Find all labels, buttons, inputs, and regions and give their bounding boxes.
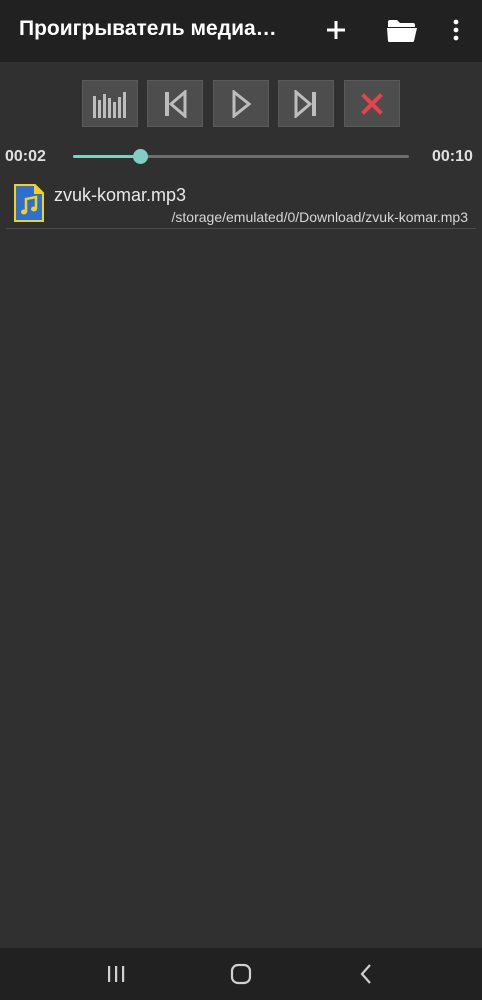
next-button[interactable]: [278, 80, 334, 127]
home-button[interactable]: [221, 954, 261, 994]
close-player-button[interactable]: [344, 80, 400, 127]
playback-controls: [0, 80, 482, 127]
equalizer-icon: [93, 91, 126, 118]
more-vert-icon: [453, 19, 459, 41]
home-icon: [230, 963, 252, 985]
track-path: /storage/emulated/0/Download/zvuk-komar.…: [171, 209, 468, 225]
app-title: Проигрыватель медиа…: [19, 17, 277, 40]
seek-thumb[interactable]: [133, 149, 149, 164]
seek-progress: [73, 155, 141, 158]
previous-button[interactable]: [147, 80, 203, 127]
app-bar: Проигрыватель медиа…: [0, 0, 482, 62]
add-button[interactable]: [316, 10, 356, 50]
recent-apps-button[interactable]: [96, 954, 136, 994]
open-folder-button[interactable]: [382, 10, 422, 50]
equalizer-button[interactable]: [82, 80, 138, 127]
play-icon: [232, 89, 252, 118]
back-icon: [360, 964, 371, 984]
recent-apps-icon: [108, 966, 125, 982]
current-time: 00:02: [5, 148, 46, 165]
audio-file-icon: [14, 184, 44, 222]
overflow-menu-button[interactable]: [436, 10, 476, 50]
folder-icon: [387, 20, 417, 42]
skip-previous-icon: [165, 89, 187, 118]
back-button[interactable]: [346, 954, 386, 994]
playlist-item[interactable]: zvuk-komar.mp3 /storage/emulated/0/Downl…: [6, 178, 476, 229]
play-button[interactable]: [213, 80, 269, 127]
track-name: zvuk-komar.mp3: [54, 185, 187, 205]
plus-icon: [327, 21, 345, 39]
system-nav-bar: [0, 948, 482, 1000]
skip-next-icon: [294, 89, 316, 118]
seek-bar[interactable]: [73, 149, 409, 164]
close-icon: [361, 92, 383, 115]
total-time: 00:10: [432, 148, 473, 165]
